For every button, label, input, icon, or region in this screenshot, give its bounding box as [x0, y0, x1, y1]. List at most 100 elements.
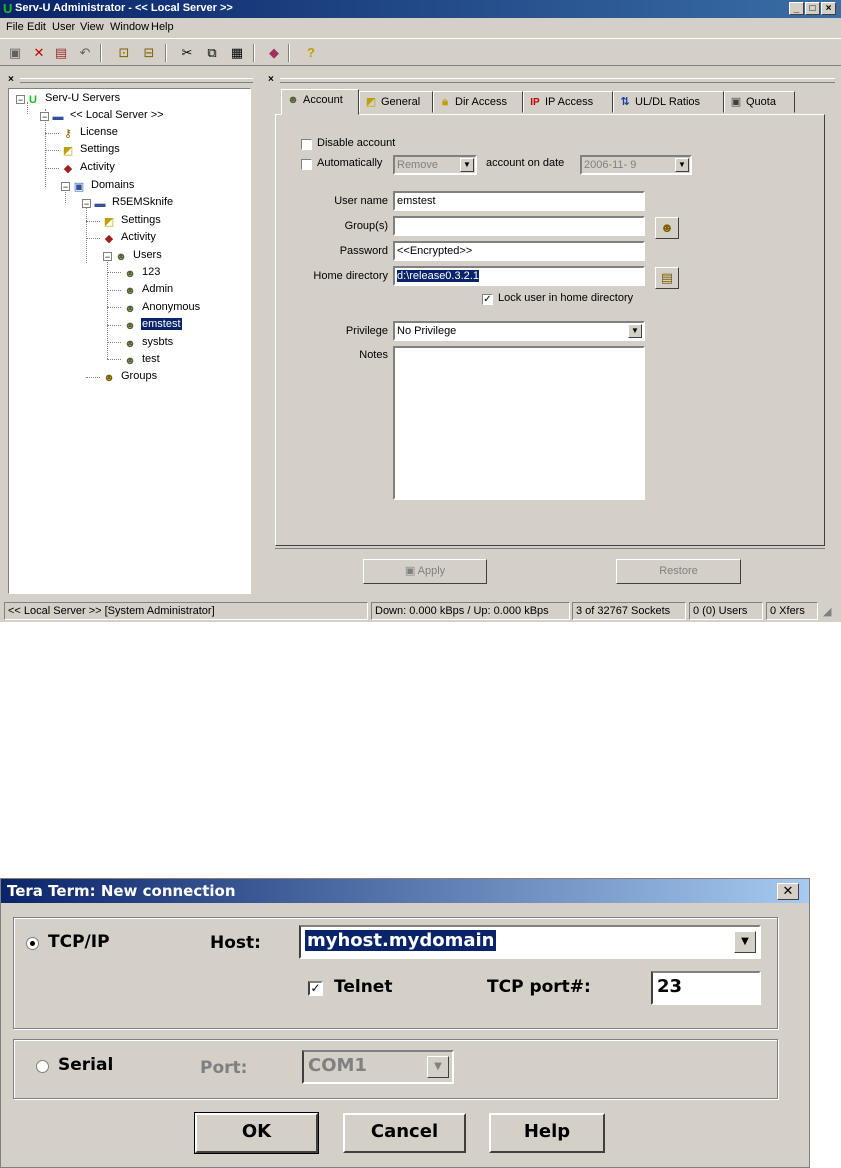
menu-help[interactable]: Help — [151, 21, 174, 33]
user-icon: ☻ — [124, 268, 136, 280]
tree-item-user[interactable]: ☻ test — [123, 352, 161, 367]
menu-file[interactable]: File — [6, 21, 24, 33]
tree-collapse-icon[interactable]: − — [82, 199, 91, 209]
help-button[interactable]: Help — [489, 1113, 605, 1153]
tree-collapse-icon[interactable]: − — [16, 95, 25, 105]
tree-item-user[interactable]: ☻ Admin — [123, 282, 174, 297]
folder-icon[interactable]: ⊟ — [140, 44, 158, 61]
tree-item-domain-settings[interactable]: ◩ Settings — [102, 213, 162, 228]
close-button[interactable]: ✕ — [777, 883, 799, 900]
servu-titlebar[interactable]: U Serv-U Administrator - << Local Server… — [0, 0, 841, 18]
tcp-port-field[interactable]: 23 — [651, 971, 761, 1005]
chevron-down-icon[interactable]: ▼ — [427, 1056, 449, 1078]
status-traffic: Down: 0.000 kBps / Up: 0.000 kBps — [371, 602, 570, 620]
chevron-down-icon[interactable]: ▼ — [460, 158, 474, 172]
tree-pane-close-icon[interactable]: × — [8, 74, 14, 85]
copy-icon[interactable]: ⧉ — [203, 44, 221, 61]
chevron-down-icon[interactable]: ▼ — [628, 324, 642, 338]
tree-item-users[interactable]: ☻ Users — [114, 248, 163, 263]
browse-directory-button[interactable]: ▤ — [655, 267, 679, 289]
paste-icon[interactable]: ▦ — [228, 44, 246, 61]
tree-item-user[interactable]: ☻ sysbts — [123, 335, 174, 350]
account-panel: Disable account Automatically Remove ▼ a… — [275, 114, 825, 546]
tree-item-user[interactable]: ☻ Anonymous — [123, 300, 201, 315]
tcpip-radio[interactable] — [26, 937, 39, 950]
user-icon: ☻ — [124, 303, 136, 315]
tree-item-servers[interactable]: U Serv-U Servers — [26, 91, 121, 106]
menu-edit[interactable]: Edit — [27, 21, 46, 33]
tree-item-groups[interactable]: ☻ Groups — [102, 369, 158, 384]
folder-up-icon[interactable]: ⊡ — [115, 44, 133, 61]
status-bar: << Local Server >> [System Administrator… — [0, 600, 841, 621]
toolbar-separator — [253, 44, 255, 62]
home-directory-field[interactable]: d:\release0.3.2.1 — [393, 266, 645, 286]
menu-window[interactable]: Window — [110, 21, 149, 33]
menu-user[interactable]: User — [52, 21, 75, 33]
help-icon[interactable]: ? — [302, 44, 320, 61]
restore-button[interactable]: Restore — [616, 559, 741, 584]
auto-action-select[interactable]: Remove ▼ — [393, 155, 477, 175]
user-icon: ☻ — [124, 285, 136, 297]
tree-item-domain-activity[interactable]: ◆ Activity — [102, 230, 157, 245]
port-select[interactable]: COM1 ▼ — [302, 1050, 454, 1084]
tree-item-domain[interactable]: ▬ R5EMSknife — [93, 195, 174, 210]
tab-general[interactable]: ◩ General — [359, 91, 433, 113]
action-area: ▣ Apply Restore — [275, 548, 825, 597]
minimize-button[interactable]: _ — [789, 2, 804, 15]
host-combobox[interactable]: myhost.mydomain ▼ — [299, 925, 761, 959]
tree-collapse-icon[interactable]: − — [40, 112, 49, 122]
chevron-down-icon[interactable]: ▼ — [675, 158, 689, 172]
menu-view[interactable]: View — [80, 21, 104, 33]
tab-account[interactable]: ☻ Account — [281, 89, 359, 115]
user-name-field[interactable]: emstest — [393, 191, 645, 211]
cut-icon[interactable]: ✂ — [178, 44, 196, 61]
telnet-checkbox[interactable]: ✓ — [308, 981, 323, 996]
groups-field[interactable] — [393, 216, 645, 236]
ok-button[interactable]: OK — [194, 1112, 319, 1154]
chevron-down-icon[interactable]: ▼ — [734, 931, 756, 953]
delete-icon[interactable]: ✕ — [30, 44, 48, 61]
tree-item-settings[interactable]: ◩ Settings — [61, 142, 121, 157]
notes-textarea[interactable] — [393, 346, 645, 500]
disable-account-checkbox[interactable] — [301, 139, 312, 150]
pane-splitter[interactable] — [258, 74, 264, 599]
automatically-label: Automatically — [317, 157, 383, 169]
disable-account-label: Disable account — [317, 137, 396, 149]
detail-pane-grip[interactable] — [280, 78, 835, 83]
toolbar-separator — [165, 44, 167, 62]
tree-pane-grip[interactable] — [20, 78, 253, 83]
lock-user-checkbox[interactable]: ✓ — [482, 294, 493, 305]
book-icon[interactable]: ◆ — [265, 44, 283, 61]
menubar: File Edit User View Window Help — [0, 19, 841, 36]
tree-item-license[interactable]: ⚷ License — [61, 125, 119, 140]
password-field[interactable]: <<Encrypted>> — [393, 241, 645, 261]
tree-item-user-selected[interactable]: ☻ emstest — [123, 317, 182, 332]
tree-collapse-icon[interactable]: − — [61, 182, 70, 192]
tree-collapse-icon[interactable]: − — [103, 252, 112, 262]
dialog-titlebar[interactable]: Tera Term: New connection ✕ — [1, 879, 809, 903]
domains-icon: ▣ — [73, 181, 85, 193]
tree-item-activity[interactable]: ◆ Activity — [61, 160, 116, 175]
tab-ip-access[interactable]: IP IP Access — [523, 91, 613, 113]
tab-ul-dl-ratios[interactable]: ⇅ UL/DL Ratios — [613, 91, 724, 113]
serial-radio[interactable] — [36, 1060, 49, 1073]
undo-icon[interactable]: ↶ — [76, 44, 94, 61]
close-button[interactable]: × — [821, 2, 836, 15]
tree-item-domains[interactable]: ▣ Domains — [72, 178, 135, 193]
tab-quota[interactable]: ▣ Quota — [724, 91, 795, 113]
maximize-button[interactable]: □ — [805, 2, 820, 15]
tab-dir-access[interactable]: 🔒︎ Dir Access — [433, 91, 523, 113]
detail-pane-close-icon[interactable]: × — [268, 74, 274, 85]
apply-button[interactable]: ▣ Apply — [363, 559, 487, 584]
automatically-checkbox[interactable] — [301, 159, 312, 170]
date-picker[interactable]: 2006-11- 9 ▼ — [580, 155, 692, 175]
tree-item-user[interactable]: ☻ 123 — [123, 265, 161, 280]
privilege-select[interactable]: No Privilege ▼ — [393, 321, 645, 341]
new-user-icon[interactable]: ▤ — [52, 44, 70, 61]
resize-grip-icon[interactable]: ◢ — [823, 605, 831, 618]
cancel-button[interactable]: Cancel — [343, 1113, 466, 1153]
save-icon[interactable]: ▣ — [6, 44, 24, 61]
folder-icon: ▤ — [660, 270, 674, 285]
select-groups-button[interactable]: ☻ — [655, 217, 679, 239]
tree-item-local-server[interactable]: ▬ << Local Server >> — [51, 108, 165, 123]
